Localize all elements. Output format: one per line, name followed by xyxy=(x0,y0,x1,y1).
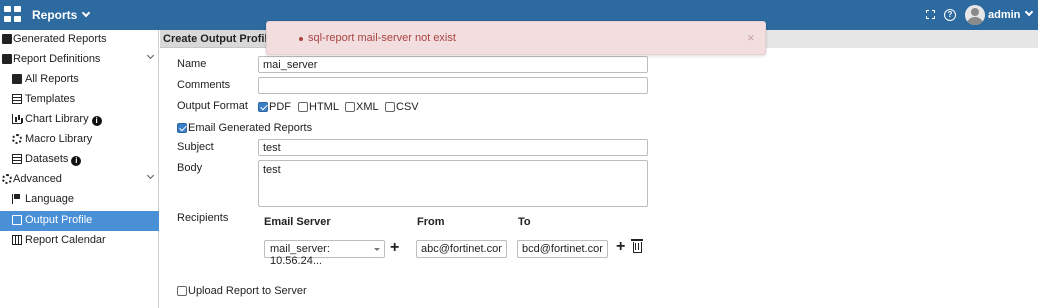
fullscreen-icon[interactable] xyxy=(926,10,935,19)
flag-icon xyxy=(12,194,22,204)
to-column-header: To xyxy=(518,216,531,228)
subject-field[interactable] xyxy=(258,139,648,156)
sidebar-item-output-profile[interactable]: Output Profile xyxy=(0,211,159,231)
sidebar-item-label: Language xyxy=(25,193,74,205)
sidebar-item-label: Chart Library i xyxy=(25,113,102,126)
sidebar-item-label: Macro Library xyxy=(25,133,93,145)
format-csv-checkbox[interactable]: CSV xyxy=(385,101,419,113)
gear-icon xyxy=(2,174,12,184)
calendar-icon xyxy=(12,235,22,245)
sidebar-item-label: Output Profile xyxy=(25,214,93,226)
sidebar-item-report-calendar[interactable]: Report Calendar xyxy=(0,231,159,251)
format-label: CSV xyxy=(396,101,419,113)
list-icon xyxy=(12,154,22,164)
upload-report-label: Upload Report to Server xyxy=(188,285,307,297)
sidebar-item-macro-library[interactable]: Macro Library xyxy=(0,130,159,150)
sidebar-item-label: Report Calendar xyxy=(25,234,106,246)
format-label: HTML xyxy=(309,101,339,113)
table-icon xyxy=(12,94,22,104)
comments-label: Comments xyxy=(177,79,231,91)
sidebar-item-label: Generated Reports xyxy=(13,33,107,45)
add-recipient-icon[interactable]: + xyxy=(616,239,625,255)
body-textarea[interactable]: test xyxy=(258,160,648,207)
dropdown-caret-icon xyxy=(374,248,380,251)
format-label: XML xyxy=(356,101,379,113)
sidebar-item-label: Advanced xyxy=(13,173,62,185)
email-server-column-header: Email Server xyxy=(264,216,331,228)
close-icon[interactable]: × xyxy=(747,30,755,45)
sidebar: Generated Reports Report Definitions All… xyxy=(0,30,159,308)
document-icon xyxy=(2,34,12,44)
sidebar-item-label: Templates xyxy=(25,93,76,105)
chevron-down-icon[interactable] xyxy=(146,171,155,180)
app-title: Reports xyxy=(32,8,78,22)
sidebar-item-templates[interactable]: Templates xyxy=(0,90,159,110)
sidebar-item-datasets[interactable]: Datasets i xyxy=(0,150,159,170)
document-icon xyxy=(12,74,22,84)
user-menu[interactable]: admin xyxy=(988,7,1034,21)
sidebar-item-label: All Reports xyxy=(25,73,79,85)
output-format-label: Output Format xyxy=(177,100,248,112)
comments-field[interactable] xyxy=(258,77,648,94)
checkbox-icon xyxy=(345,102,355,112)
help-icon[interactable]: ? xyxy=(944,9,956,21)
error-toast: sql-report mail-server not exist × xyxy=(266,21,766,55)
format-xml-checkbox[interactable]: XML xyxy=(345,101,379,113)
add-server-icon[interactable]: + xyxy=(390,240,399,256)
format-html-checkbox[interactable]: HTML xyxy=(298,101,339,113)
upload-report-checkbox[interactable]: Upload Report to Server xyxy=(177,285,307,297)
sidebar-item-all-reports[interactable]: All Reports xyxy=(0,70,159,90)
body-label: Body xyxy=(177,162,203,174)
format-pdf-checkbox[interactable]: PDF xyxy=(258,101,291,113)
chevron-down-icon[interactable] xyxy=(146,51,155,60)
avatar[interactable] xyxy=(965,5,985,25)
sidebar-item-generated-reports[interactable]: Generated Reports xyxy=(0,30,159,50)
info-icon[interactable]: i xyxy=(71,156,82,166)
document-icon xyxy=(2,54,12,64)
from-field[interactable] xyxy=(416,240,507,258)
subject-label: Subject xyxy=(177,141,214,153)
format-label: PDF xyxy=(269,101,291,113)
bullet-icon xyxy=(299,37,303,41)
info-icon[interactable]: i xyxy=(91,116,102,126)
recipients-label: Recipients xyxy=(177,212,229,224)
error-message: sql-report mail-server not exist xyxy=(308,32,456,44)
checkbox-icon xyxy=(298,102,308,112)
user-name: admin xyxy=(988,9,1021,21)
name-label: Name xyxy=(177,58,207,70)
sidebar-item-report-definitions[interactable]: Report Definitions xyxy=(0,50,159,70)
chevron-down-icon xyxy=(82,8,91,18)
sidebar-item-chart-library[interactable]: Chart Library i xyxy=(0,110,159,130)
checkbox-icon xyxy=(385,102,395,112)
checkbox-icon xyxy=(177,286,187,296)
app-title-menu[interactable]: Reports xyxy=(32,8,91,22)
bar-chart-icon xyxy=(12,114,22,124)
apps-grid-icon[interactable] xyxy=(4,6,22,23)
email-generated-reports-checkbox[interactable]: Email Generated Reports xyxy=(177,122,312,134)
email-generated-reports-label: Email Generated Reports xyxy=(188,122,313,134)
gear-icon xyxy=(12,134,22,144)
sidebar-item-label: Report Definitions xyxy=(13,53,101,65)
sidebar-item-language[interactable]: Language xyxy=(0,190,159,210)
checkbox-checked-icon xyxy=(258,102,268,112)
sidebar-item-advanced[interactable]: Advanced xyxy=(0,170,159,190)
checkbox-checked-icon xyxy=(177,123,187,133)
email-server-value: mail_server: 10.56.24... xyxy=(270,243,330,267)
chevron-down-icon xyxy=(1025,7,1034,17)
output-profile-icon xyxy=(12,215,22,225)
delete-recipient-icon[interactable] xyxy=(631,239,643,253)
email-server-select[interactable]: mail_server: 10.56.24... xyxy=(264,240,385,267)
sidebar-item-label: Datasets i xyxy=(25,153,82,166)
to-field[interactable] xyxy=(517,240,608,258)
name-field[interactable] xyxy=(258,56,648,73)
from-column-header: From xyxy=(417,216,445,228)
